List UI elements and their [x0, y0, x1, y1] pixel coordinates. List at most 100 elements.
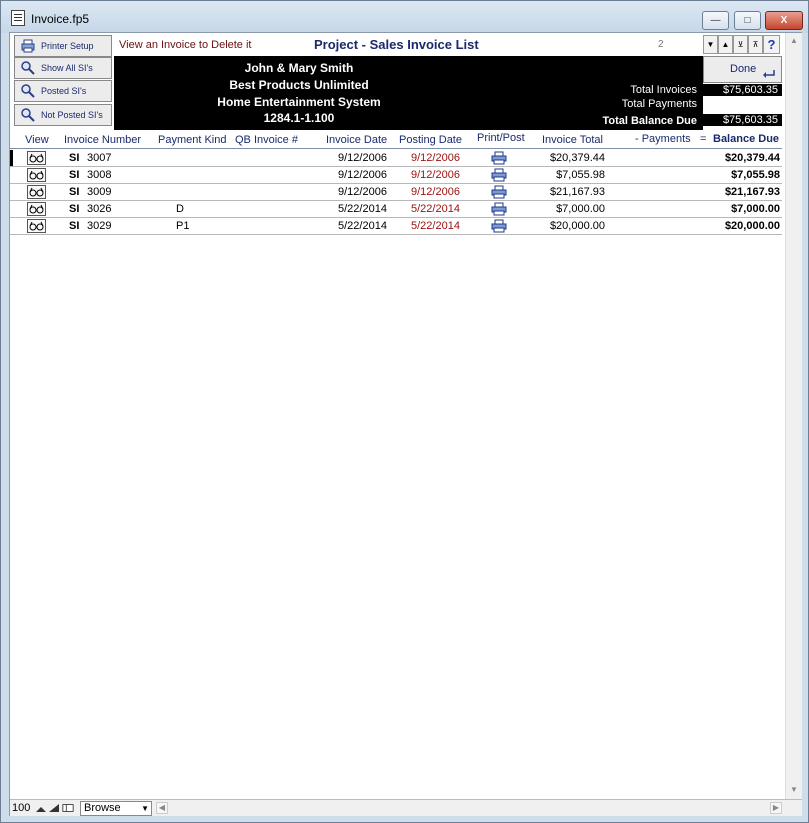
last-record-button[interactable]: ⊻	[733, 35, 748, 54]
posted-button[interactable]: Posted SI's	[14, 80, 112, 102]
printer-icon	[491, 151, 507, 165]
posted-label: Posted SI's	[41, 86, 87, 96]
invoice-total: $21,167.93	[549, 186, 605, 198]
balance-due: $20,000.00	[724, 220, 780, 232]
printer-icon	[21, 39, 35, 53]
col-posting-date: Posting Date	[399, 134, 462, 146]
invoice-number: 3029	[87, 220, 112, 232]
col-equals: =	[700, 133, 707, 145]
invoice-total: $7,055.98	[556, 169, 605, 181]
document-icon	[11, 10, 25, 26]
invoice-number: 3009	[87, 186, 112, 198]
printer-icon	[491, 185, 507, 199]
invoice-date: 9/12/2006	[338, 152, 387, 164]
record-navigation: ▼ ▲ ⊻ ⊼ ?	[703, 35, 780, 54]
invoice-type: SI	[69, 186, 80, 198]
invoice-date: 9/12/2006	[338, 169, 387, 181]
col-balance-due: Balance Due	[713, 133, 780, 145]
table-row[interactable]: SI 3029 P1 5/22/2014 5/22/2014 $20,000.0…	[10, 218, 782, 235]
status-bar: 100 Browse ▼ ◀ ▶	[10, 799, 802, 816]
invoice-number: 3007	[87, 152, 112, 164]
chevron-down-icon: ▼	[141, 804, 149, 813]
previous-record-button[interactable]: ▲	[718, 35, 733, 54]
col-payment-kind: Payment Kind	[158, 134, 227, 146]
next-record-button[interactable]: ▼	[703, 35, 718, 54]
total-balance-label: Total Balance Due	[602, 115, 697, 127]
magnifier-icon	[21, 84, 35, 98]
glasses-icon	[29, 170, 44, 180]
glasses-icon	[29, 221, 44, 231]
done-button[interactable]: Done	[703, 56, 782, 83]
col-invoice-date: Invoice Date	[326, 134, 388, 146]
invoice-total: $20,000.00	[549, 220, 605, 232]
payment-kind: D	[176, 203, 184, 215]
magnifier-icon	[21, 61, 35, 75]
status-area-toggle-icon[interactable]	[62, 803, 74, 813]
view-invoice-button[interactable]	[27, 151, 46, 165]
table-row[interactable]: SI 3026 D 5/22/2014 5/22/2014 $7,000.00 …	[10, 201, 782, 218]
view-invoice-button[interactable]	[27, 185, 46, 199]
help-button[interactable]: ?	[763, 35, 780, 54]
print-post-button[interactable]	[491, 219, 507, 233]
invoice-date: 5/22/2014	[338, 220, 387, 232]
col-view: View	[25, 134, 49, 146]
table-row[interactable]: SI 3008 9/12/2006 9/12/2006 $7,055.98 $7…	[10, 167, 782, 184]
printer-icon	[491, 219, 507, 233]
zoom-level[interactable]: 100	[12, 802, 30, 814]
scroll-up-arrow[interactable]: ▲	[789, 36, 799, 46]
close-button[interactable]: X	[765, 11, 803, 30]
zoom-in-icon[interactable]	[48, 803, 60, 813]
invoice-type: SI	[69, 152, 80, 164]
col-print-post: Print/Post	[477, 132, 525, 144]
zoom-out-icon[interactable]	[35, 803, 47, 813]
posting-date: 9/12/2006	[411, 186, 460, 198]
balance-due: $7,000.00	[731, 203, 780, 215]
scroll-left-arrow[interactable]: ◀	[156, 802, 168, 814]
print-post-button[interactable]	[491, 202, 507, 216]
posting-date: 5/22/2014	[411, 203, 460, 215]
balance-due: $21,167.93	[724, 186, 780, 198]
total-balance-value: $75,603.35	[703, 114, 782, 126]
first-record-button[interactable]: ⊼	[748, 35, 763, 54]
scroll-right-arrow[interactable]: ▶	[770, 802, 782, 814]
totals-divider	[707, 110, 780, 112]
maximize-button[interactable]: □	[734, 11, 761, 30]
view-invoice-button[interactable]	[27, 202, 46, 216]
invoice-total: $7,000.00	[556, 203, 605, 215]
balance-due: $20,379.44	[724, 152, 780, 164]
not-posted-label: Not Posted SI's	[41, 110, 103, 120]
total-invoices-value: $75,603.35	[703, 84, 782, 96]
app-window: Invoice.fp5 — □ X Printer Setup Show All…	[0, 0, 809, 823]
scroll-down-arrow[interactable]: ▼	[789, 785, 799, 795]
table-row[interactable]: SI 3009 9/12/2006 9/12/2006 $21,167.93 $…	[10, 184, 782, 201]
table-row[interactable]: SI 3007 9/12/2006 9/12/2006 $20,379.44 $…	[10, 150, 782, 167]
show-all-button[interactable]: Show All SI's	[14, 57, 112, 79]
print-post-button[interactable]	[491, 168, 507, 182]
view-invoice-button[interactable]	[27, 219, 46, 233]
customer-name: John & Mary Smith	[244, 61, 354, 75]
col-invoice-total: Invoice Total	[542, 134, 603, 146]
balance-due: $7,055.98	[731, 169, 780, 181]
magnifier-icon	[21, 108, 35, 122]
minimize-button[interactable]: —	[702, 11, 729, 30]
printer-setup-label: Printer Setup	[41, 41, 94, 51]
title-bar: Invoice.fp5 — □ X	[1, 1, 808, 33]
project-code: 1284.1-1.100	[263, 111, 335, 125]
total-payments-label: Total Payments	[621, 98, 697, 110]
delete-instruction: View an Invoice to Delete it	[119, 39, 252, 51]
page-number: 2	[658, 39, 664, 50]
invoice-date: 5/22/2014	[338, 203, 387, 215]
view-invoice-button[interactable]	[27, 168, 46, 182]
customer-company: Best Products Unlimited	[229, 78, 369, 92]
invoice-number: 3026	[87, 203, 112, 215]
col-qb-invoice: QB Invoice #	[235, 134, 298, 146]
invoice-date: 9/12/2006	[338, 186, 387, 198]
not-posted-button[interactable]: Not Posted SI's	[14, 104, 112, 126]
mode-value: Browse	[84, 802, 121, 814]
print-post-button[interactable]	[491, 151, 507, 165]
print-post-button[interactable]	[491, 185, 507, 199]
mode-select[interactable]: Browse ▼	[80, 801, 152, 816]
vertical-scrollbar[interactable]: ▲ ▼	[785, 33, 802, 799]
invoice-number: 3008	[87, 169, 112, 181]
printer-setup-button[interactable]: Printer Setup	[14, 35, 112, 57]
